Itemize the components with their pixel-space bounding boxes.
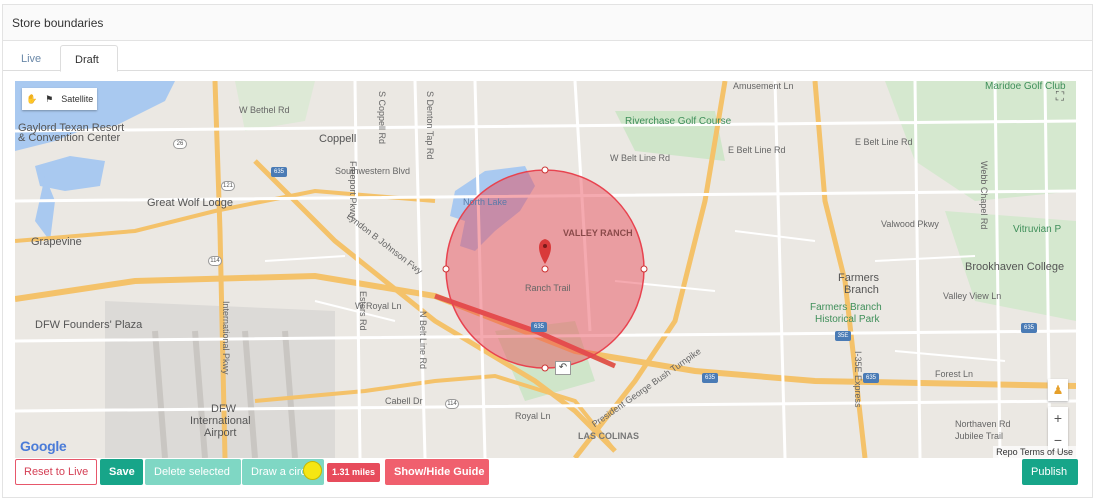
cursor-highlight <box>303 461 322 480</box>
label-farmers-park-2: Historical Park <box>815 314 880 325</box>
shield-635-e: 635 <box>863 373 879 383</box>
shield-35e: 35E <box>835 331 851 341</box>
label-dfw-founders: DFW Founders' Plaza <box>35 319 143 331</box>
publish-button[interactable]: Publish <box>1022 459 1078 485</box>
label-esters: Esters Rd <box>358 291 368 331</box>
label-las-colinas: LAS COLINAS <box>578 431 640 441</box>
label-freeport: Freeport Pkwy <box>348 161 358 220</box>
satellite-toggle[interactable]: Satellite <box>57 94 97 104</box>
shield-635-a: 635 <box>271 167 287 177</box>
circle-handle-center <box>541 265 549 273</box>
label-forest-ln: Forest Ln <box>935 369 974 379</box>
label-valley-ranch: VALLEY RANCH <box>563 228 633 238</box>
label-amusement: Amusement Ln <box>733 81 794 91</box>
map-base-layer <box>15 81 1076 458</box>
flag-icon[interactable]: ⚑ <box>41 94 57 105</box>
label-northaven: Northaven Rd <box>955 419 1011 429</box>
circle-handle-left <box>442 265 450 273</box>
label-international-pkwy: International Pkwy <box>221 301 231 375</box>
label-dfw-3: Airport <box>204 427 237 439</box>
zoom-control: + − <box>1048 407 1068 451</box>
label-riverchase: Riverchase Golf Course <box>625 116 732 127</box>
label-vitruvian: Vitruvian P <box>1013 224 1062 235</box>
label-great-wolf-lodge: Great Wolf Lodge <box>147 197 234 209</box>
shield-114-b: 114 <box>445 399 459 409</box>
reset-to-live-button[interactable]: Reset to Live <box>15 459 97 485</box>
label-e-belt-line-2: E Belt Line Rd <box>728 145 786 155</box>
map-attribution[interactable]: Repo Terms of Use <box>993 446 1076 458</box>
circle-handle-right <box>640 265 648 273</box>
label-grapevine: Grapevine <box>31 236 82 248</box>
google-logo: Google <box>20 438 67 454</box>
map-type-control[interactable]: ✋ ⚑ Satellite <box>22 88 98 110</box>
label-valwood: Valwood Pkwy <box>881 219 939 229</box>
label-farmers-park-1: Farmers Branch <box>810 302 882 313</box>
circle-handle-bottom <box>541 364 549 372</box>
tab-draft[interactable]: Draft <box>60 45 118 72</box>
label-ranch-trail: Ranch Trail <box>525 283 571 293</box>
label-s-coppell: S Coppell Rd <box>377 91 387 145</box>
delete-selected-button[interactable]: Delete selected <box>145 459 241 485</box>
pegman-icon[interactable]: ♟ <box>1048 379 1068 401</box>
circle-handle-top <box>541 166 549 174</box>
label-farmers-branch-2: Branch <box>844 284 879 296</box>
label-webb-chapel: Webb Chapel Rd <box>979 161 989 230</box>
label-farmers-branch-1: Farmers <box>838 272 879 284</box>
label-dfw-1: DFW <box>211 403 237 415</box>
label-jubilee: Jubilee Trail <box>955 431 1004 441</box>
shield-635-d: 635 <box>702 373 718 383</box>
fullscreen-icon[interactable]: ⛶ <box>1052 89 1068 105</box>
label-w-bethel: W Bethel Rd <box>239 105 290 115</box>
label-royal-ln: Royal Ln <box>515 411 551 421</box>
label-w-belt-line: W Belt Line Rd <box>610 153 671 163</box>
label-e-belt-line: E Belt Line Rd <box>855 137 913 147</box>
shield-121: 121 <box>221 181 235 191</box>
radius-badge: 1.31 miles <box>327 463 381 482</box>
show-hide-guide-button[interactable]: Show/Hide Guide <box>385 459 489 485</box>
label-denton-tap: S Denton Tap Rd <box>425 91 435 160</box>
label-cabell: Cabell Dr <box>385 396 423 406</box>
save-button[interactable]: Save <box>100 459 143 485</box>
hand-icon[interactable]: ✋ <box>22 94 41 105</box>
map-canvas[interactable]: Gaylord Texan Resort & Convention Center… <box>15 81 1076 458</box>
tab-live[interactable]: Live <box>7 45 55 72</box>
label-southwestern: Southwestern Blvd <box>335 166 411 176</box>
panel-title: Store boundaries <box>3 5 1092 41</box>
label-brookhaven: Brookhaven College <box>965 261 1065 273</box>
label-gaylord-2: & Convention Center <box>18 132 121 144</box>
shield-114-a: 114 <box>208 256 222 266</box>
label-valley-view: Valley View Ln <box>943 291 1002 301</box>
tab-bar: Live Draft <box>3 41 1092 72</box>
undo-icon[interactable]: ↶ <box>555 361 571 375</box>
shield-635-b: 635 <box>531 322 547 332</box>
label-north-lake: North Lake <box>463 197 508 207</box>
shield-635-c: 635 <box>1021 323 1037 333</box>
shield-26: 26 <box>173 139 187 149</box>
label-n-belt-line: N Belt Line Rd <box>418 311 428 370</box>
zoom-in-button[interactable]: + <box>1048 407 1068 429</box>
label-coppell: Coppell <box>319 133 357 145</box>
label-i35e: I-35E Express <box>853 351 863 408</box>
label-dfw-2: International <box>190 415 251 427</box>
